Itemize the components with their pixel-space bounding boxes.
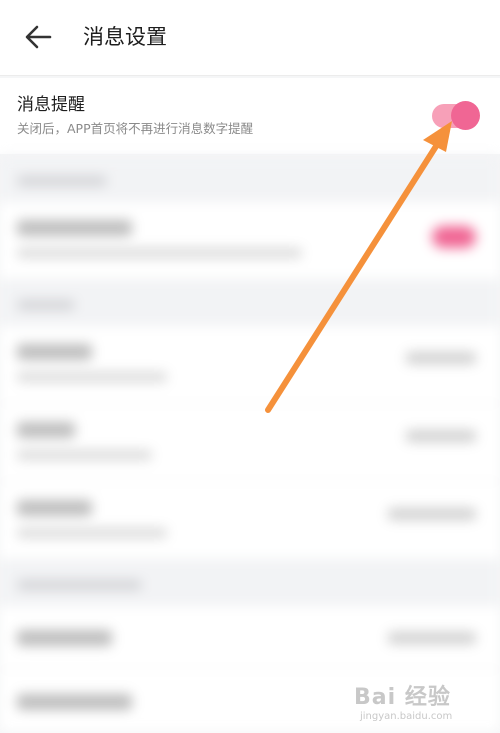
watermark-url: jingyan.baidu.com (360, 711, 453, 722)
message-reminder-toggle[interactable] (432, 101, 480, 130)
back-arrow-icon[interactable] (22, 22, 56, 52)
page-title: 消息设置 (83, 25, 167, 49)
message-reminder-subtitle: 关闭后，APP首页将不再进行消息数字提醒 (17, 121, 254, 136)
app-header: 消息设置 (0, 0, 500, 76)
message-reminder-row: 消息提醒 关闭后，APP首页将不再进行消息数字提醒 (0, 78, 500, 154)
watermark-logo: Bai 经验 (354, 685, 451, 710)
toggle-knob (451, 101, 480, 130)
blurred-setting-row (0, 482, 500, 560)
section-header (0, 156, 500, 202)
watermark: Bai 经验 jingyan.baidu.com (354, 679, 474, 725)
blurred-setting-row (0, 606, 500, 670)
blurred-setting-row (0, 326, 500, 404)
blurred-settings-list (0, 156, 500, 733)
section-header (0, 560, 500, 606)
blurred-setting-row (0, 202, 500, 280)
section-header (0, 280, 500, 326)
message-reminder-title: 消息提醒 (17, 95, 85, 115)
blurred-setting-row (0, 404, 500, 482)
